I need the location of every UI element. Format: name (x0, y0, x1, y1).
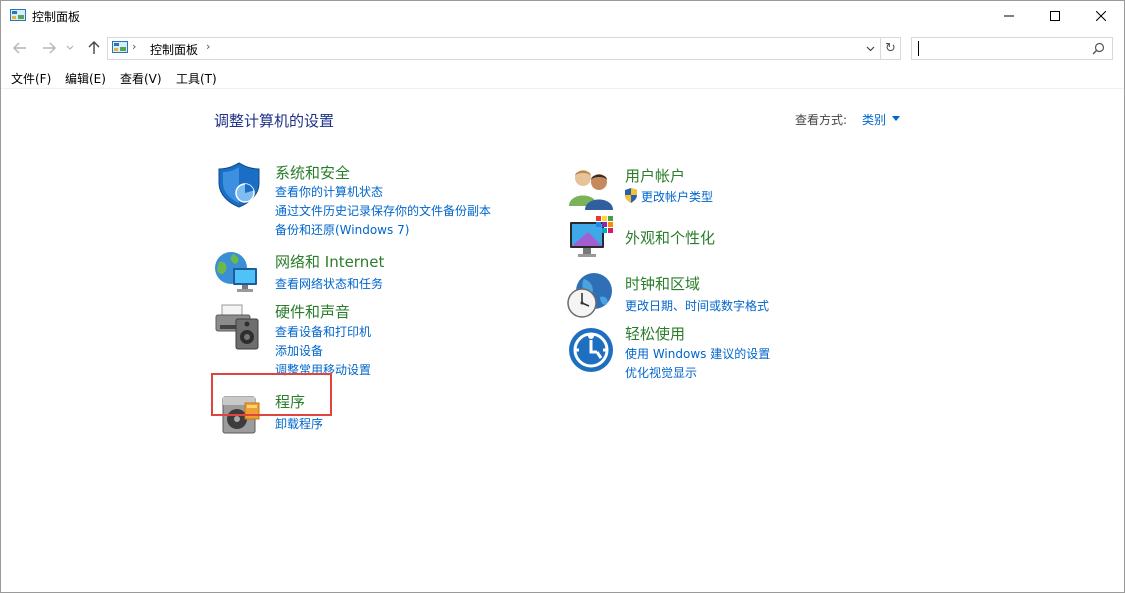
category-clock-region-title[interactable]: 时钟和区域 (625, 273, 700, 294)
category-appearance-title[interactable]: 外观和个性化 (625, 227, 715, 248)
up-button[interactable] (85, 39, 103, 57)
clock-globe-icon[interactable] (566, 271, 614, 319)
printer-speaker-icon[interactable] (214, 303, 262, 351)
shield-icon[interactable] (215, 161, 263, 209)
category-user-accounts-title[interactable]: 用户帐户 (625, 165, 685, 186)
link-file-history-backup[interactable]: 通过文件历史记录保存你的文件备份副本 (275, 202, 491, 219)
link-add-device[interactable]: 添加设备 (275, 342, 323, 359)
link-backup-restore[interactable]: 备份和还原(Windows 7) (275, 221, 409, 238)
menu-bar: 文件(F) 编辑(E) 查看(V) 工具(T) (1, 67, 1124, 89)
search-input[interactable] (911, 37, 1113, 60)
minimize-icon (1004, 15, 1014, 17)
control-panel-icon (10, 9, 26, 21)
search-icon[interactable] (1092, 42, 1105, 55)
chevron-down-icon (66, 45, 74, 50)
link-view-computer-status[interactable]: 查看你的计算机状态 (275, 183, 383, 200)
programs-highlight-box (211, 373, 332, 416)
accessibility-icon[interactable] (567, 326, 615, 374)
arrow-left-icon (13, 42, 26, 54)
page-title: 调整计算机的设置 (214, 112, 335, 130)
navigation-bar: › 控制面板 › ↻ (1, 31, 1124, 65)
close-icon (1096, 11, 1106, 21)
link-view-devices-printers[interactable]: 查看设备和打印机 (275, 323, 371, 340)
address-dropdown-button[interactable] (863, 41, 877, 57)
maximize-icon (1050, 11, 1060, 21)
link-change-account-type[interactable]: 更改帐户类型 (641, 188, 713, 205)
uac-shield-icon (625, 188, 637, 203)
category-system-security-title[interactable]: 系统和安全 (275, 162, 350, 183)
breadcrumb-separator-icon[interactable]: › (206, 40, 210, 53)
link-view-network-status[interactable]: 查看网络状态和任务 (275, 275, 383, 292)
breadcrumb-separator-icon[interactable]: › (132, 40, 136, 53)
refresh-icon: ↻ (885, 41, 896, 56)
view-by-dropdown[interactable]: 类别 (862, 111, 886, 128)
title-bar: 控制面板 (1, 1, 1124, 31)
recent-locations-button[interactable] (64, 39, 76, 57)
link-uninstall-program[interactable]: 卸载程序 (275, 415, 323, 432)
view-by-label: 查看方式: (795, 113, 848, 127)
back-button[interactable] (11, 39, 29, 57)
close-button[interactable] (1078, 1, 1124, 31)
menu-edit[interactable]: 编辑(E) (65, 70, 106, 87)
menu-view[interactable]: 查看(V) (120, 70, 162, 87)
menu-file[interactable]: 文件(F) (11, 70, 51, 87)
monitor-colors-icon[interactable] (568, 216, 616, 264)
text-cursor (918, 41, 919, 56)
category-network-internet-title[interactable]: 网络和 Internet (275, 251, 384, 272)
users-icon[interactable] (567, 164, 615, 212)
category-ease-of-access-title[interactable]: 轻松使用 (625, 323, 685, 344)
refresh-button[interactable]: ↻ (881, 37, 901, 60)
link-windows-suggested-settings[interactable]: 使用 Windows 建议的设置 (625, 345, 770, 362)
chevron-down-icon (866, 46, 874, 52)
network-globe-icon[interactable] (213, 248, 261, 296)
minimize-button[interactable] (986, 1, 1032, 31)
control-panel-window: 控制面板 › 控制面板 › ↻ 文件(F) 编辑(E) 查看(V) 工具(T) … (0, 0, 1125, 593)
arrow-up-icon (88, 41, 100, 54)
forward-button[interactable] (40, 39, 58, 57)
link-optimize-visual-display[interactable]: 优化视觉显示 (625, 364, 697, 381)
address-bar[interactable]: › 控制面板 › (107, 37, 881, 60)
caret-down-icon[interactable] (892, 116, 900, 121)
control-panel-icon (112, 41, 128, 53)
breadcrumb-control-panel[interactable]: 控制面板 (150, 41, 198, 58)
window-title: 控制面板 (32, 10, 81, 24)
maximize-button[interactable] (1032, 1, 1078, 31)
link-change-date-time-format[interactable]: 更改日期、时间或数字格式 (625, 297, 769, 314)
category-hardware-sound-title[interactable]: 硬件和声音 (275, 301, 350, 322)
menu-tools[interactable]: 工具(T) (176, 70, 217, 87)
arrow-right-icon (43, 42, 56, 54)
